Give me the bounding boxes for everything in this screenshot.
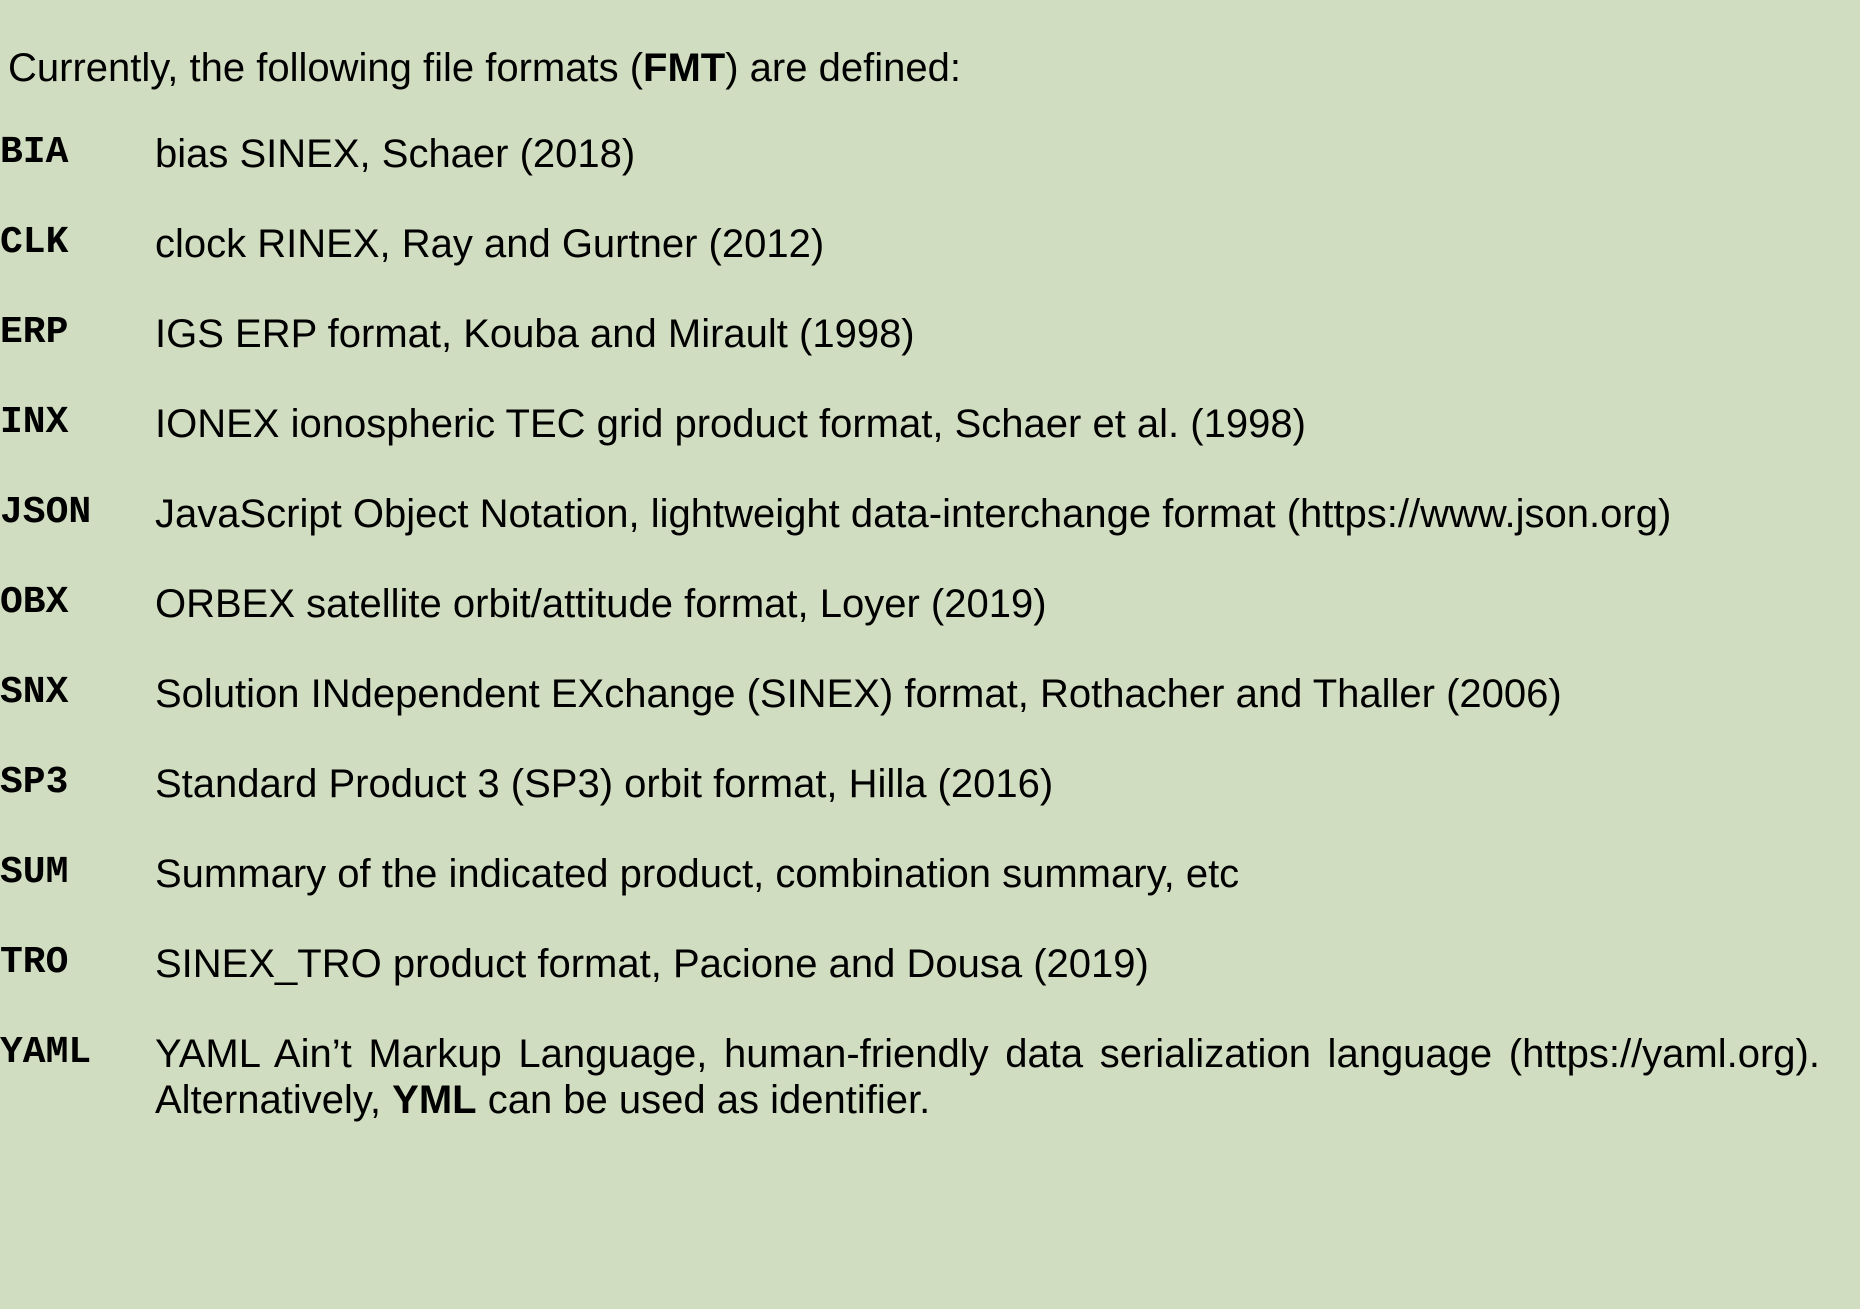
format-definition-list: BIA bias SINEX, Schaer (2018) CLK clock … (0, 131, 1860, 1123)
format-code-bia: BIA (0, 130, 69, 174)
intro-text-after: ) are defined: (725, 46, 961, 90)
format-code-obx: OBX (0, 580, 69, 624)
format-description-sp3: Standard Product 3 (SP3) orbit format, H… (155, 761, 1054, 806)
format-description-bia: bias SINEX, Schaer (2018) (155, 131, 636, 176)
format-description-json: JavaScript Object Notation, lightweight … (155, 491, 1672, 536)
format-code-snx: SNX (0, 670, 69, 714)
format-code-erp: ERP (0, 310, 69, 354)
document-page: Currently, the following file formats (F… (0, 40, 1860, 1309)
format-entry-inx: INX IONEX ionospheric TEC grid product f… (0, 401, 1820, 447)
format-entry-sp3: SP3 Standard Product 3 (SP3) orbit forma… (0, 761, 1820, 807)
format-description-inx: IONEX ionospheric TEC grid product forma… (155, 401, 1306, 446)
yaml-alt-code: YML (392, 1077, 477, 1122)
yaml-description-part2: can be used as identifier. (476, 1077, 931, 1122)
format-entry-erp: ERP IGS ERP format, Kouba and Mirault (1… (0, 311, 1820, 357)
format-entry-json: JSON JavaScript Object Notation, lightwe… (0, 491, 1820, 537)
format-description-clk: clock RINEX, Ray and Gurtner (2012) (155, 221, 825, 266)
format-entry-obx: OBX ORBEX satellite orbit/attitude forma… (0, 581, 1820, 627)
intro-paragraph: Currently, the following file formats (F… (0, 40, 1860, 91)
format-code-clk: CLK (0, 220, 69, 264)
format-entry-snx: SNX Solution INdependent EXchange (SINEX… (0, 671, 1820, 717)
format-entry-bia: BIA bias SINEX, Schaer (2018) (0, 131, 1820, 177)
format-description-erp: IGS ERP format, Kouba and Mirault (1998) (155, 311, 915, 356)
format-code-inx: INX (0, 400, 69, 444)
format-description-obx: ORBEX satellite orbit/attitude format, L… (155, 581, 1047, 626)
format-description-snx: Solution INdependent EXchange (SINEX) fo… (155, 671, 1562, 716)
fmt-keyword: FMT (643, 46, 726, 90)
format-code-sum: SUM (0, 850, 69, 894)
format-description-tro: SINEX_TRO product format, Pacione and Do… (155, 941, 1149, 986)
format-entry-sum: SUM Summary of the indicated product, co… (0, 851, 1820, 897)
intro-text-before: Currently, the following file formats ( (8, 46, 644, 90)
format-code-tro: TRO (0, 940, 69, 984)
format-entry-tro: TRO SINEX_TRO product format, Pacione an… (0, 941, 1820, 987)
format-entry-yaml: YAML YAML Ain’t Markup Language, human-f… (0, 1031, 1820, 1123)
format-entry-clk: CLK clock RINEX, Ray and Gurtner (2012) (0, 221, 1820, 267)
format-description-sum: Summary of the indicated product, combin… (155, 851, 1240, 896)
format-code-sp3: SP3 (0, 760, 69, 804)
format-code-yaml: YAML (0, 1030, 92, 1074)
format-code-json: JSON (0, 490, 92, 534)
format-description-yaml: YAML Ain’t Markup Language, human-friend… (155, 1031, 1820, 1123)
